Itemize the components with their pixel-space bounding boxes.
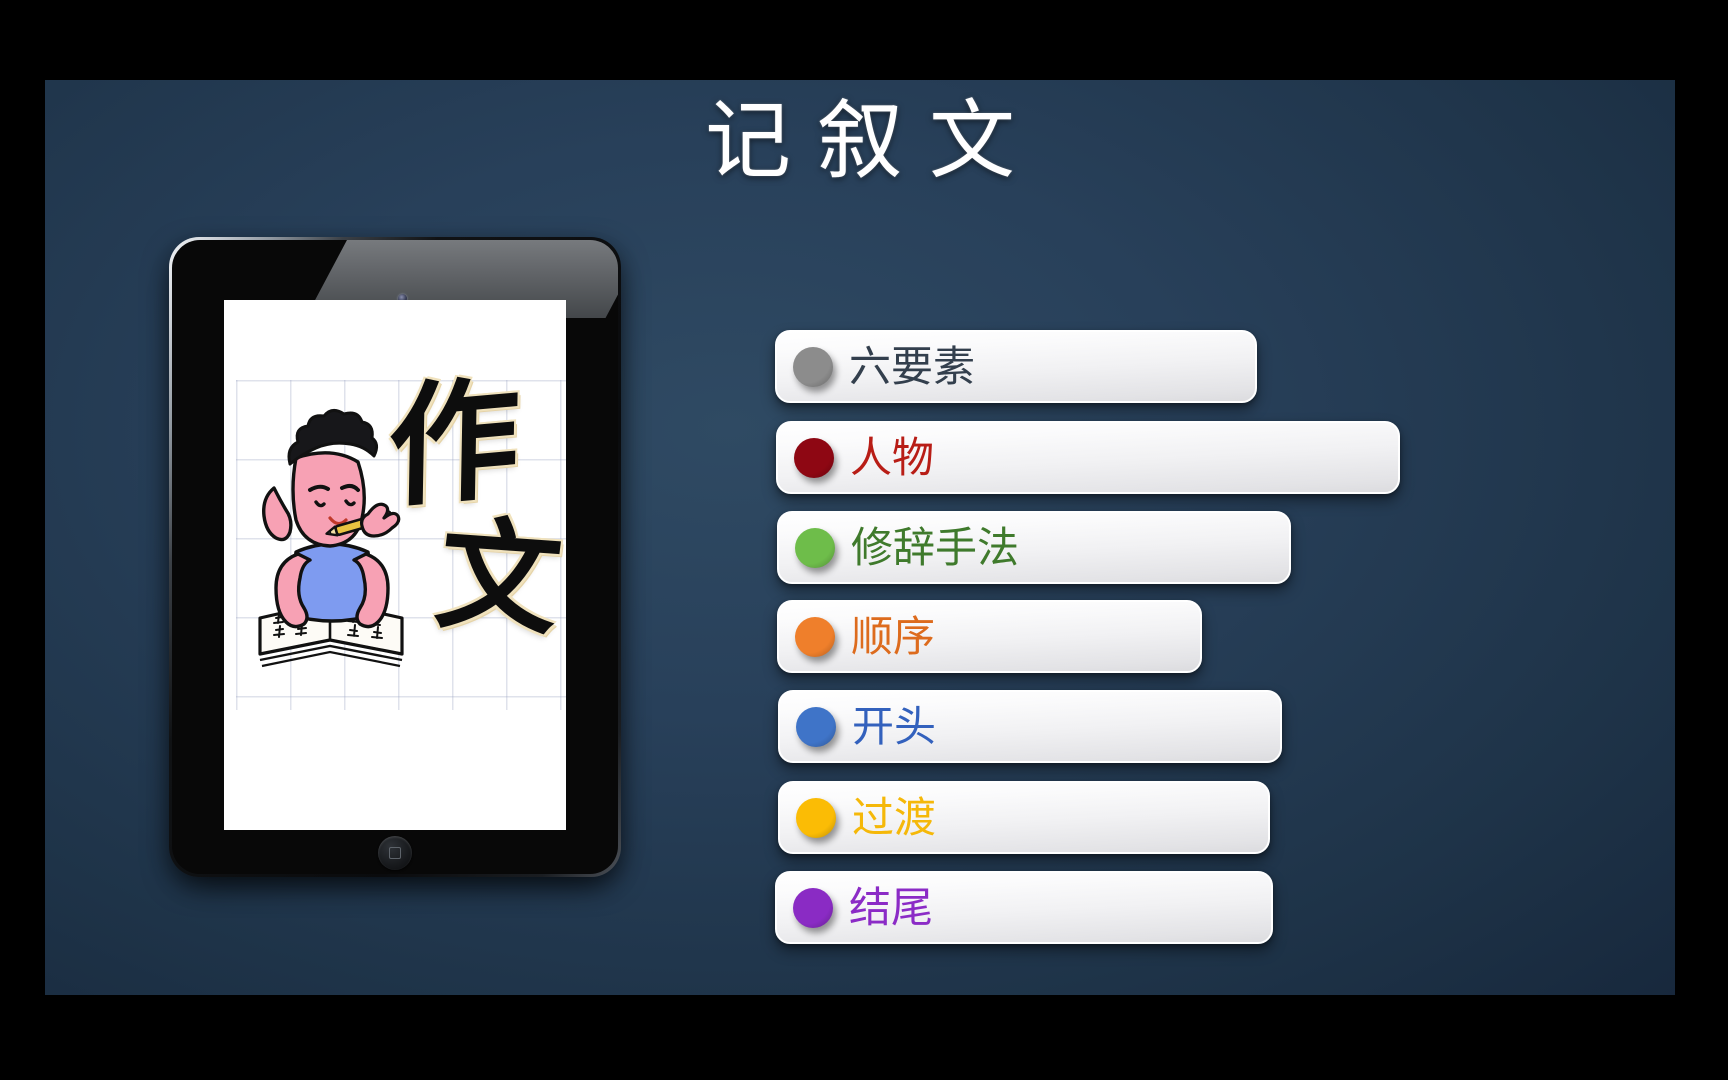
- slide-content-area: 记叙文 作 文 六要素 人物 修辞手法 顺序 开头 过渡 结尾: [45, 80, 1675, 995]
- topic-bar-4[interactable]: 顺序: [777, 600, 1202, 673]
- topic-bar-label: 修辞手法: [851, 522, 1020, 572]
- home-button-square-icon: [389, 847, 401, 859]
- tablet-device: 作 文: [169, 237, 621, 877]
- cartoon-boy-illustration: [252, 402, 412, 682]
- tablet-screen: 作 文: [224, 300, 566, 830]
- topic-bar-3[interactable]: 修辞手法: [777, 511, 1291, 584]
- topic-bar-2[interactable]: 人物: [776, 421, 1400, 494]
- topic-bar-label: 过渡: [852, 792, 937, 842]
- topic-bar-1[interactable]: 六要素: [775, 330, 1257, 403]
- topic-bar-5[interactable]: 开头: [778, 690, 1282, 763]
- slide-stage: 记叙文 作 文 六要素 人物 修辞手法 顺序 开头 过渡 结尾: [0, 0, 1728, 1080]
- topic-bar-7[interactable]: 结尾: [775, 871, 1273, 944]
- topic-bar-6[interactable]: 过渡: [778, 781, 1270, 854]
- page-title: 记叙文: [705, 91, 1041, 191]
- topic-list: 六要素人物修辞手法顺序开头过渡结尾: [731, 248, 1671, 968]
- tablet-frame: 作 文: [172, 240, 618, 874]
- bullet-icon: [795, 616, 835, 657]
- topic-bar-label: 开头: [852, 701, 937, 751]
- bullet-icon: [796, 706, 836, 747]
- topic-bar-label: 人物: [850, 432, 935, 482]
- bullet-icon: [796, 797, 836, 838]
- topic-bar-label: 结尾: [849, 882, 934, 932]
- bullet-icon: [793, 887, 833, 928]
- home-button[interactable]: [378, 836, 412, 870]
- topic-bar-label: 顺序: [851, 611, 936, 661]
- topic-bar-label: 六要素: [849, 341, 976, 391]
- bullet-icon: [794, 437, 834, 478]
- tablet-bezel: 作 文: [169, 237, 621, 877]
- bullet-icon: [795, 527, 835, 568]
- calligraphy-char-wen: 文: [429, 501, 566, 653]
- bullet-icon: [793, 346, 833, 387]
